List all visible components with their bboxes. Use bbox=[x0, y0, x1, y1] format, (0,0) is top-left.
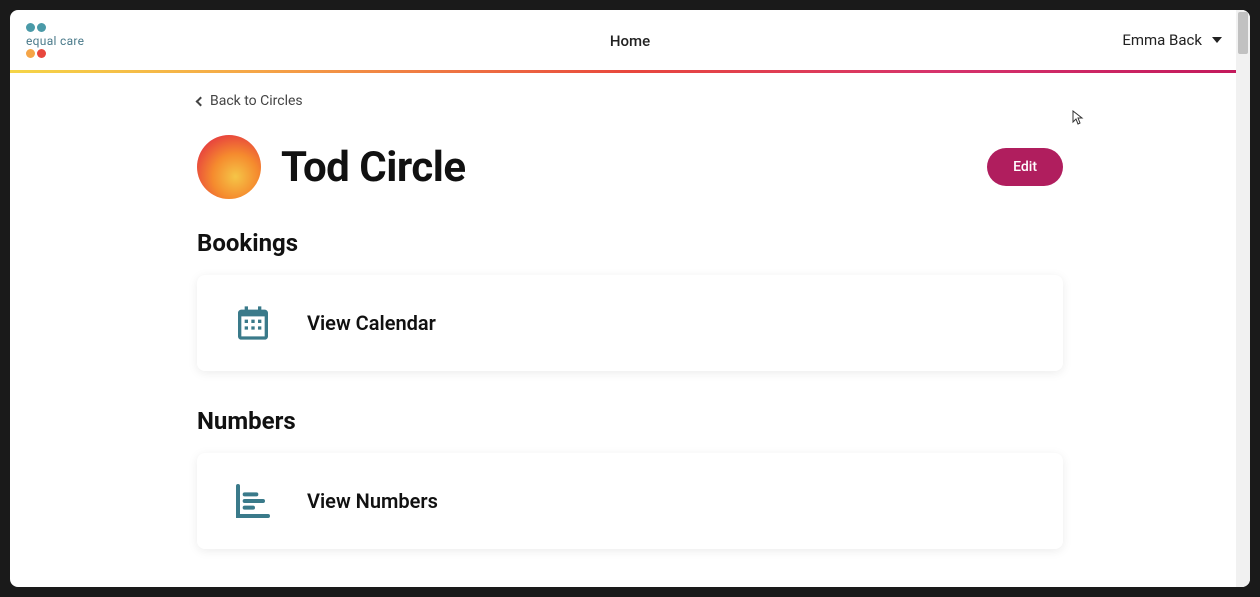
brand-logo[interactable]: equal care bbox=[26, 23, 84, 58]
chevron-left-icon bbox=[196, 96, 206, 106]
numbers-title: Numbers bbox=[197, 407, 1063, 435]
bookings-title: Bookings bbox=[197, 229, 1063, 257]
edit-button[interactable]: Edit bbox=[987, 148, 1063, 186]
logo-dot bbox=[37, 23, 46, 32]
logo-dots-bottom bbox=[26, 49, 46, 58]
back-label: Back to Circles bbox=[210, 93, 303, 109]
logo-dots-top bbox=[26, 23, 46, 32]
user-menu[interactable]: Emma Back bbox=[1122, 31, 1222, 49]
logo-dot bbox=[26, 49, 35, 58]
bookings-section: Bookings View Calendar bbox=[155, 229, 1105, 371]
circle-avatar bbox=[197, 135, 261, 199]
view-calendar-label: View Calendar bbox=[307, 311, 436, 335]
logo-dot bbox=[37, 49, 46, 58]
circle-title: Tod Circle bbox=[281, 143, 466, 192]
brand-name: equal care bbox=[26, 34, 84, 48]
circle-title-group: Tod Circle bbox=[197, 135, 466, 199]
user-name: Emma Back bbox=[1122, 31, 1202, 49]
app-window: equal care Home Emma Back Back to Circle… bbox=[10, 10, 1250, 587]
top-nav: Home bbox=[610, 31, 650, 50]
scrollbar-thumb[interactable] bbox=[1238, 12, 1248, 54]
view-numbers-card[interactable]: View Numbers bbox=[197, 453, 1063, 549]
view-numbers-label: View Numbers bbox=[307, 489, 438, 513]
app-header: equal care Home Emma Back bbox=[10, 10, 1250, 70]
circle-header: Tod Circle Edit bbox=[155, 115, 1105, 229]
caret-down-icon bbox=[1212, 37, 1222, 43]
main-content: Back to Circles Tod Circle Edit Bookings… bbox=[135, 73, 1125, 549]
scrollbar-track[interactable] bbox=[1236, 10, 1250, 587]
nav-home[interactable]: Home bbox=[610, 32, 650, 50]
logo-dot bbox=[26, 23, 35, 32]
calendar-icon bbox=[233, 303, 273, 343]
view-calendar-card[interactable]: View Calendar bbox=[197, 275, 1063, 371]
back-to-circles-link[interactable]: Back to Circles bbox=[155, 73, 303, 115]
numbers-section: Numbers View Numbers bbox=[155, 407, 1105, 549]
chart-icon bbox=[233, 481, 273, 521]
